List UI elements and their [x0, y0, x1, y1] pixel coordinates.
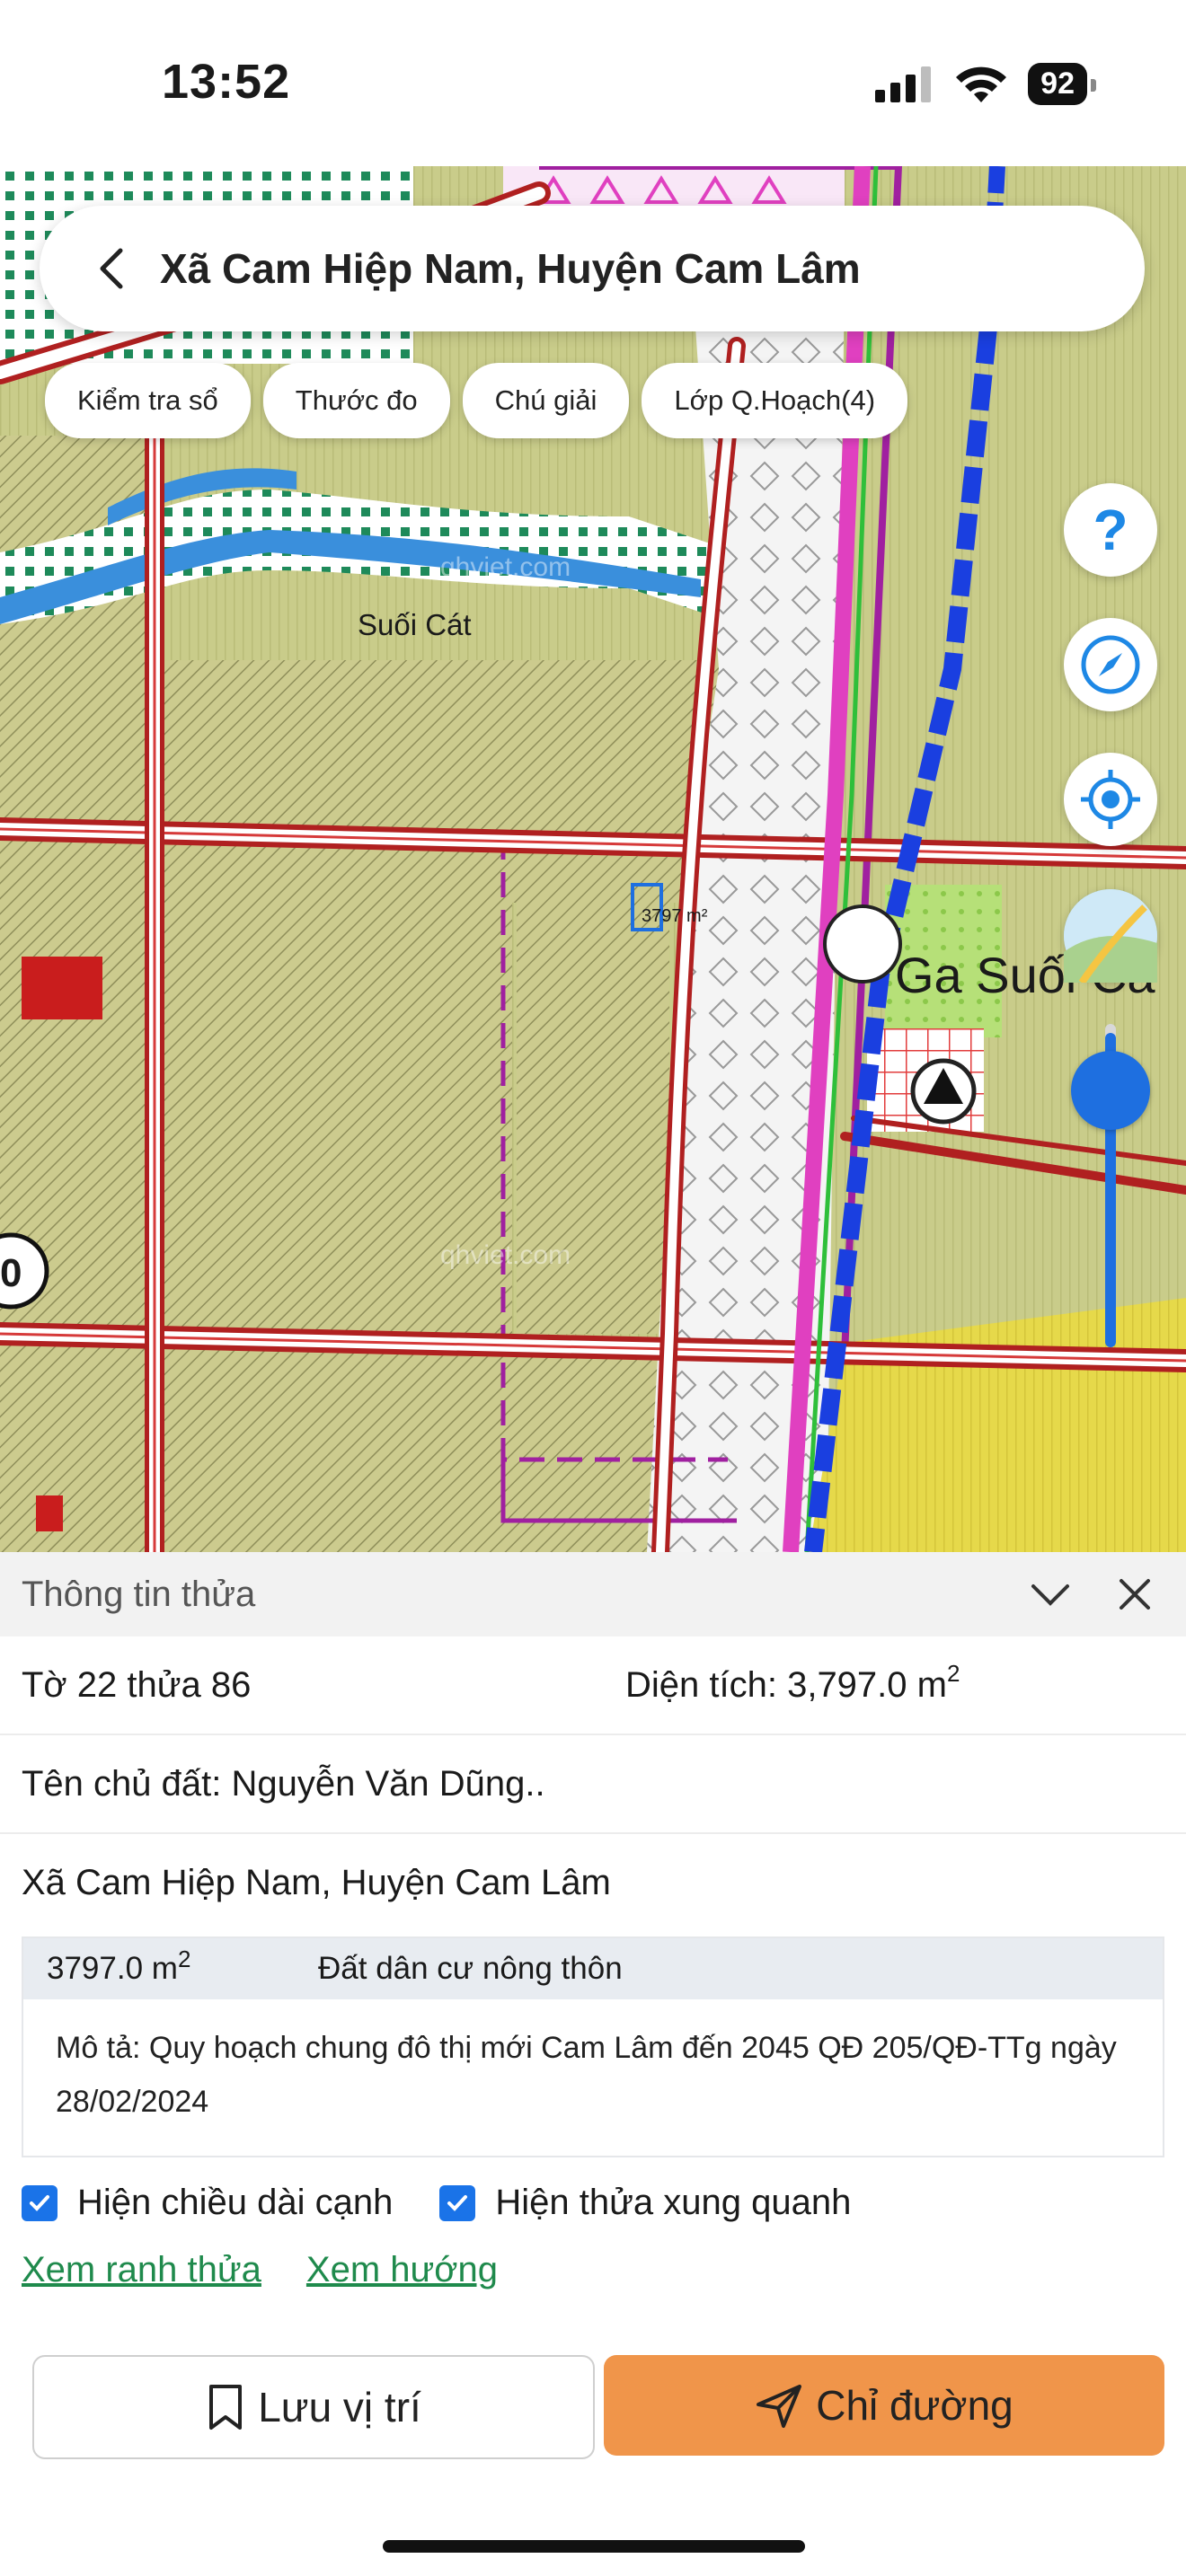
- chevron-down-icon[interactable]: [1030, 1574, 1071, 1615]
- tool-chips: Kiểm tra sổ Thước đo Chú giải Lớp Q.Hoạc…: [45, 363, 908, 438]
- wifi-icon: [956, 66, 1007, 102]
- locate-icon: [1081, 770, 1140, 829]
- home-indicator[interactable]: [383, 2540, 805, 2553]
- label-neighbor-parcels: Hiện thửa xung quanh: [495, 2183, 852, 2222]
- bookmark-icon: [209, 2385, 243, 2430]
- location-title: Xã Cam Hiệp Nam, Huyện Cam Lâm: [160, 245, 861, 292]
- chip-measure[interactable]: Thước đo: [262, 363, 450, 438]
- checkbox-neighbor-parcels[interactable]: [439, 2184, 476, 2221]
- panel-links: Xem ranh thửa Xem hướng: [22, 2250, 1186, 2290]
- parcel-area: Diện tích: 3,797.0 m2: [625, 1659, 960, 1705]
- battery-indicator: 92: [1028, 63, 1096, 105]
- zoning-header: 3797.0 m2 Đất dân cư nông thôn: [23, 1938, 1163, 1999]
- parcel-address: Xã Cam Hiệp Nam, Huyện Cam Lâm: [22, 1862, 611, 1902]
- zone-area: 3797.0 m2: [47, 1945, 191, 1986]
- link-view-direction[interactable]: Xem hướng: [306, 2250, 498, 2290]
- zone-type: Đất dân cư nông thôn: [318, 1951, 623, 1986]
- chip-legend[interactable]: Chú giải: [462, 363, 630, 438]
- status-bar: 13:52 92: [0, 0, 1186, 166]
- save-location-label: Lưu vị trí: [258, 2384, 421, 2430]
- directions-button[interactable]: Chỉ đường: [604, 2355, 1164, 2456]
- parcel-id-row: Tờ 22 thửa 86 Diện tích: 3,797.0 m2: [0, 1636, 1186, 1735]
- chip-check-certificate[interactable]: Kiểm tra sổ: [45, 363, 251, 438]
- display-options: Hiện chiều dài cạnh Hiện thửa xung quanh: [22, 2183, 1186, 2223]
- map-layer-icon: [1064, 889, 1157, 983]
- zoning-box: 3797.0 m2 Đất dân cư nông thôn Mô tả: Qu…: [22, 1936, 1164, 2157]
- owner-name: Tên chủ đất: Nguyễn Văn Dũng..: [22, 1763, 545, 1804]
- basemap-toggle-button[interactable]: [1064, 889, 1157, 983]
- send-icon: [757, 2385, 802, 2428]
- status-icons: 92: [875, 63, 1096, 105]
- save-location-button[interactable]: Lưu vị trí: [32, 2355, 595, 2459]
- directions-label: Chỉ đường: [816, 2382, 1013, 2429]
- zoom-slider-knob[interactable]: [1071, 1051, 1150, 1130]
- link-view-boundary[interactable]: Xem ranh thửa: [22, 2250, 261, 2290]
- sheet-parcel-number: Tờ 22 thửa 86: [22, 1664, 252, 1705]
- map-edge-number: 0: [0, 1251, 22, 1295]
- label-edge-length: Hiện chiều dài cạnh: [77, 2183, 394, 2222]
- help-button[interactable]: ?: [1064, 483, 1157, 577]
- check-icon: [447, 2194, 468, 2211]
- close-icon[interactable]: [1116, 1575, 1154, 1613]
- watermark-top: qhviet.com: [440, 552, 571, 582]
- watermark-bottom: qhviet.com: [440, 1240, 571, 1270]
- checkbox-edge-length[interactable]: [22, 2184, 58, 2221]
- parcel-area-label[interactable]: 3797 m²: [642, 906, 707, 927]
- compass-button[interactable]: [1064, 618, 1157, 711]
- back-arrow-icon[interactable]: [84, 242, 138, 296]
- check-icon: [30, 2194, 49, 2211]
- panel-title: Thông tin thửa: [22, 1574, 256, 1614]
- zoning-description: Mô tả: Quy hoạch chung đô thị mới Cam Lâ…: [56, 2031, 1117, 2119]
- search-bar[interactable]: Xã Cam Hiệp Nam, Huyện Cam Lâm: [40, 206, 1145, 331]
- owner-row: Tên chủ đất: Nguyễn Văn Dũng..: [0, 1735, 1186, 1834]
- panel-header: Thông tin thửa: [0, 1552, 1186, 1636]
- my-location-button[interactable]: [1064, 753, 1157, 846]
- status-time: 13:52: [162, 55, 291, 109]
- address-row: Xã Cam Hiệp Nam, Huyện Cam Lâm: [0, 1834, 1186, 1931]
- svg-text:?: ?: [1093, 501, 1128, 559]
- chip-planning-layers[interactable]: Lớp Q.Hoạch(4): [642, 363, 908, 438]
- compass-icon: [1081, 635, 1140, 694]
- question-icon: ?: [1093, 501, 1128, 559]
- river-label: Suối Cát: [358, 608, 472, 641]
- signal-icon: [875, 66, 932, 102]
